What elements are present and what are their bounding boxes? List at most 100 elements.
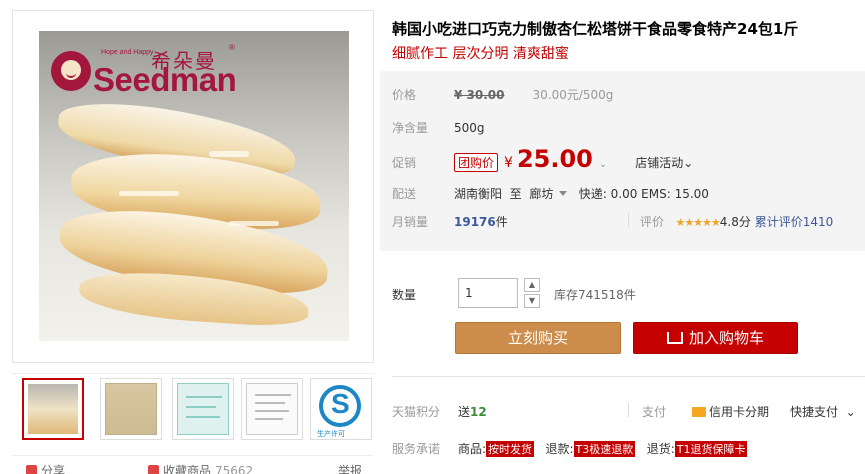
quantity-up-button[interactable]: ▲ [524,278,540,292]
ship-to-select[interactable]: 廊坊 [529,187,568,201]
ship-to-value: 廊坊 [529,187,554,201]
thumb-pastry[interactable] [22,378,84,440]
report-link[interactable]: 举报 [338,462,362,474]
store-activity-dropdown[interactable]: 店铺活动⌄ [635,156,693,170]
points-prefix: 送 [458,405,471,419]
weight-label: 净含量 [392,121,429,135]
logo-brand-en: Seedman [93,61,237,98]
unit-price: 30.00元/500g [532,88,614,102]
thumb-document[interactable] [241,378,303,440]
thumb-document-image [246,383,298,435]
thumb-qs[interactable]: 生产许可 [310,378,372,440]
thumb-package-image [105,383,157,435]
gallery-actions: 分享 收藏商品 75662 举报 [12,455,374,474]
logo-registered-mark: ® [229,43,235,52]
price-panel: 价格 ¥ 30.00 30.00元/500g 净含量 500g 促销 团购价 ¥25.00… [380,71,865,251]
add-to-cart-button[interactable]: 加入购物车 [633,322,798,354]
chevron-down-icon: ⌄ [845,405,856,419]
share-icon [26,465,37,474]
chevron-down-icon[interactable]: ⌄ [599,159,607,170]
share-label: 分享 [41,464,66,474]
buy-now-button[interactable]: 立刻购买 [455,322,621,354]
thumbnail-strip: 生产许可 [12,373,374,443]
quick-pay[interactable]: 快捷支付 ⌄ [790,403,856,420]
add-to-cart-label: 加入购物车 [688,329,764,347]
original-price: ¥ 30.00 [454,88,505,102]
thumb-certificate-image [177,383,229,435]
pastry-flake [209,151,249,157]
service-tag[interactable]: T1退货保障卡 [674,441,748,457]
points-payment-row: 天猫积分 送12 支付 信用卡分期 快捷支付 ⌄ [392,403,865,420]
logo-tagline: Hope and Happy [101,49,154,56]
points-label: 天猫积分 [392,405,441,419]
goods-label: 商品: [458,442,487,456]
thumb-package[interactable] [100,378,162,440]
product-detail: 韩国小吃进口巧克力制傲杏仁松塔饼干食品零食特产24包1斤 细腻作工 层次分明 清… [380,10,865,474]
weight-value: 500g [454,121,485,135]
pastry-flake [229,221,279,226]
promo-label: 促销 [392,156,417,170]
favorite-label: 收藏商品 [163,464,212,474]
points-value: 12 [470,405,487,419]
chevron-down-icon: ⌄ [683,156,694,170]
thumb-pastry-image [28,384,78,434]
delivery-row: 配送 湖南衡阳 至 廊坊 快递: 0.00 EMS: 15.00 [392,185,709,202]
main-image-frame: Hope and Happy 希朵曼 ® Seedman [12,10,374,363]
favorite-icon [148,465,159,474]
main-product-image[interactable]: Hope and Happy 希朵曼 ® Seedman [39,31,349,341]
ship-from: 湖南衡阳 [454,187,503,201]
pastry-flake [119,191,179,196]
credit-installment[interactable]: 信用卡分期 [692,403,769,420]
promo-row: 促销 团购价 ¥25.00 ⌄ 店铺活动⌄ [392,145,693,173]
price-label: 价格 [392,88,417,102]
credit-card-icon [692,407,706,417]
favorite-button[interactable]: 收藏商品 75662 [148,462,253,474]
quantity-input[interactable]: 1 [458,278,518,308]
section-divider [392,376,865,377]
quantity-down-button[interactable]: ▼ [524,294,540,308]
rating-group: 评价 ★★★★★4.8分 累计评价1410 [640,213,833,230]
product-title: 韩国小吃进口巧克力制傲杏仁松塔饼干食品零食特产24包1斤 [392,20,799,38]
star-rating-icon: ★★★★★ [675,216,720,229]
cart-icon [666,332,683,344]
sales-label: 月销量 [392,215,429,229]
promo-price: 25.00 [516,145,593,173]
payment-label: 支付 [642,405,667,419]
quick-pay-label: 快捷支付 [790,405,839,419]
shipping-fee: 快递: 0.00 EMS: 15.00 [578,187,709,201]
stock-count: 库存741518件 [554,288,636,302]
share-button[interactable]: 分享 [26,462,65,474]
smiley-logo-icon [51,51,91,91]
cumulative-reviews-link[interactable]: 累计评价1410 [755,215,834,229]
divider [628,213,629,227]
rating-score: 4.8分 [719,215,751,229]
favorite-count: 75662 [215,464,254,474]
product-gallery: Hope and Happy 希朵曼 ® Seedman S 生产许可 分享 收… [12,10,374,474]
refund-label: 退款: [545,442,574,456]
quantity-label: 数量 [392,288,417,302]
seedman-logo: Hope and Happy 希朵曼 ® Seedman [51,43,241,99]
return-label: 退货: [646,442,675,456]
service-label: 服务承诺 [392,442,441,456]
delivery-label: 配送 [392,187,417,201]
sales-unit: 件 [495,215,508,229]
promo-tag: 团购价 [454,153,499,172]
service-tag[interactable]: 按时发货 [486,441,535,457]
qs-logo-icon [319,385,361,427]
price-row: 价格 ¥ 30.00 30.00元/500g [392,86,613,103]
service-tag[interactable]: T3极速退款 [573,441,636,457]
thumb-qs-image: 生产许可 [315,383,367,438]
ship-to-word: 至 [509,187,522,201]
credit-installment-label: 信用卡分期 [709,405,770,419]
promo-currency: ¥ [504,155,513,171]
sales-count: 19176 [454,215,496,229]
dropdown-triangle-icon [559,191,568,196]
rating-label: 评价 [640,215,665,229]
qs-caption: 生产许可 [317,430,345,438]
store-activity-label: 店铺活动 [635,156,684,170]
divider [628,403,629,417]
thumb-certificate[interactable] [172,378,234,440]
weight-row: 净含量 500g [392,119,485,136]
product-subtitle: 细腻作工 层次分明 清爽甜蜜 [392,46,569,62]
service-row: 服务承诺 商品: 按时发货 退款: T3极速退款 退货: T1退货保障卡 [392,440,865,457]
